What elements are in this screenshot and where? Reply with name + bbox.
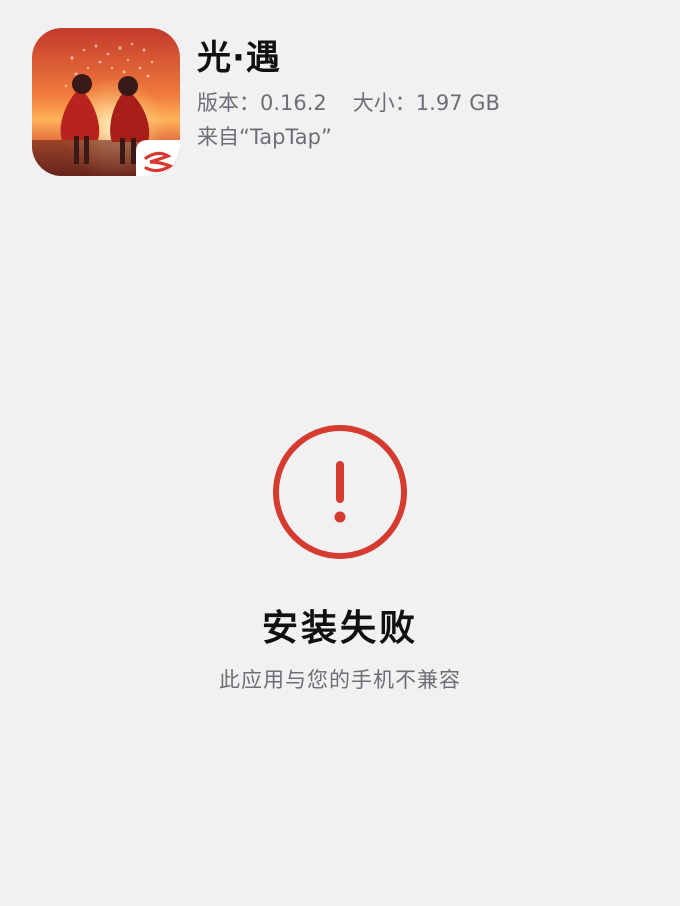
install-result-screen: 光·遇 版本：0.16.2 大小：1.97 GB 来自“TapTap” 安装失败 … <box>0 0 680 906</box>
version-value: 0.16.2 <box>260 91 327 115</box>
sky-game-icon <box>32 28 180 176</box>
result-description: 此应用与您的手机不兼容 <box>219 668 461 692</box>
app-source: 来自“TapTap” <box>197 125 332 149</box>
version-label: 版本： <box>197 91 260 115</box>
app-info-header: 光·遇 版本：0.16.2 大小：1.97 GB 来自“TapTap” <box>32 28 656 178</box>
size-value: 1.97 GB <box>415 91 500 115</box>
size-label: 大小： <box>352 91 416 115</box>
app-name: 光·遇 <box>197 38 281 78</box>
app-version-size-line: 版本：0.16.2 大小：1.97 GB <box>197 86 656 120</box>
install-result: 安装失败 此应用与您的手机不兼容 <box>0 423 680 695</box>
app-meta: 光·遇 版本：0.16.2 大小：1.97 GB 来自“TapTap” <box>197 34 656 154</box>
result-title: 安装失败 <box>261 608 418 649</box>
netease-logo-icon <box>136 140 180 176</box>
exclamation-circle-icon <box>273 425 407 559</box>
